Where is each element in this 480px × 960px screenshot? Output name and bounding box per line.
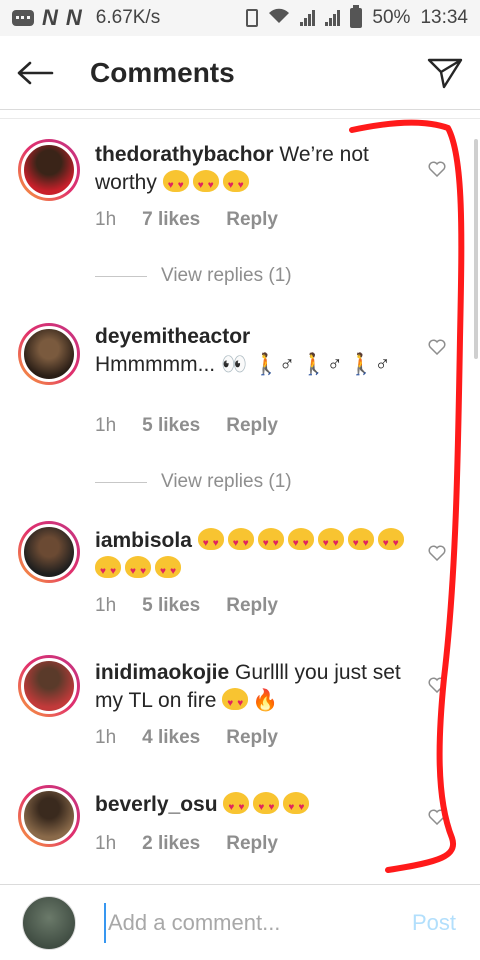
direct-send-button[interactable] [410,36,480,110]
avatar[interactable] [18,785,80,847]
comment-time: 1h [95,727,117,748]
divider [95,275,147,277]
comment-text: inidimaokojie Gurllll you just set my TL… [95,659,415,718]
cell-signal-icon [300,10,316,26]
view-replies-label[interactable]: View replies (1) [161,471,292,493]
wifi-icon [268,8,290,29]
current-user-avatar [22,895,76,950]
like-heart-icon[interactable] [428,339,446,355]
likes-count[interactable]: 7 likes [142,209,200,231]
reply-button[interactable]: Reply [226,209,278,231]
comment-username[interactable]: beverly_osu [95,793,218,816]
back-arrow-icon [17,61,54,84]
battery-icon [350,5,363,28]
comment-meta: 1h 7 likes Reply [95,209,278,231]
avatar[interactable] [18,323,80,385]
battery-percent: 50% [372,7,411,28]
page-title: Comments [90,56,235,88]
comment-input[interactable] [104,902,384,943]
post-button[interactable]: Post [412,910,456,936]
direct-send-icon [427,58,463,88]
message-notification-icon [12,10,34,26]
heart-eyes-emoji [223,792,313,822]
like-heart-icon[interactable] [428,545,446,561]
comment-text: deyemitheactor Hmmmmm... 👀 🚶♂ 🚶♂ 🚶♂ [95,323,415,379]
avatar[interactable] [18,139,80,201]
comment-meta: 1h 5 likes Reply [95,595,278,617]
comments-header: Comments [0,36,480,110]
scrollbar[interactable] [474,139,478,359]
comment-text: thedorathybachor We’re not worthy [95,141,415,200]
reply-button[interactable]: Reply [226,727,278,749]
reply-button[interactable]: Reply [226,595,278,617]
view-replies-label[interactable]: View replies (1) [161,265,292,287]
like-heart-icon[interactable] [428,677,446,693]
back-button[interactable] [0,36,70,110]
likes-count[interactable]: 5 likes [142,595,200,617]
divider [95,481,147,483]
comment-time: 1h [95,415,117,436]
comment-username[interactable]: thedorathybachor [95,143,274,166]
comment-composer: Post [0,884,480,960]
comment-body: Hmmmmm... 👀 🚶♂ 🚶♂ 🚶♂ [95,353,391,376]
heart-eyes-emoji [222,688,249,718]
like-heart-icon[interactable] [428,809,446,825]
network-speed: 6.67K/s [95,7,161,28]
likes-count[interactable]: 2 likes [142,833,200,855]
comment-time: 1h [95,209,117,230]
cell-signal-icon [325,10,341,26]
comment-text: beverly_osu [95,791,415,822]
status-bar: N N 6.67K/s 50% 13:34 [0,0,480,36]
comment-meta: 1h 2 likes Reply [95,833,278,855]
comment-time: 1h [95,595,117,616]
view-replies[interactable]: View replies (1) [95,265,292,287]
view-replies[interactable]: View replies (1) [95,471,292,493]
comment-username[interactable]: iambisola [95,529,192,552]
network-n-icon: N [42,5,58,30]
clock: 13:34 [420,7,468,28]
reply-button[interactable]: Reply [226,415,278,437]
heart-eyes-emoji [162,170,253,200]
comment-list[interactable]: thedorathybachor We’re not worthy 1h 7 l… [0,118,480,882]
comment-username[interactable]: deyemitheactor [95,325,250,348]
like-heart-icon[interactable] [428,161,446,177]
network-n-icon: N [65,5,82,30]
comment-meta: 1h 4 likes Reply [95,727,278,749]
vibrate-icon [246,9,259,27]
likes-count[interactable]: 4 likes [142,727,200,749]
comment-username[interactable]: inidimaokojie [95,661,229,684]
comment-meta: 1h 5 likes Reply [95,415,278,437]
likes-count[interactable]: 5 likes [142,415,200,437]
comment-text: iambisola [95,527,415,586]
avatar[interactable] [18,521,80,583]
fire-emoji: 🔥 [252,689,279,712]
avatar[interactable] [18,655,80,717]
reply-button[interactable]: Reply [226,833,278,855]
comment-time: 1h [95,833,117,854]
